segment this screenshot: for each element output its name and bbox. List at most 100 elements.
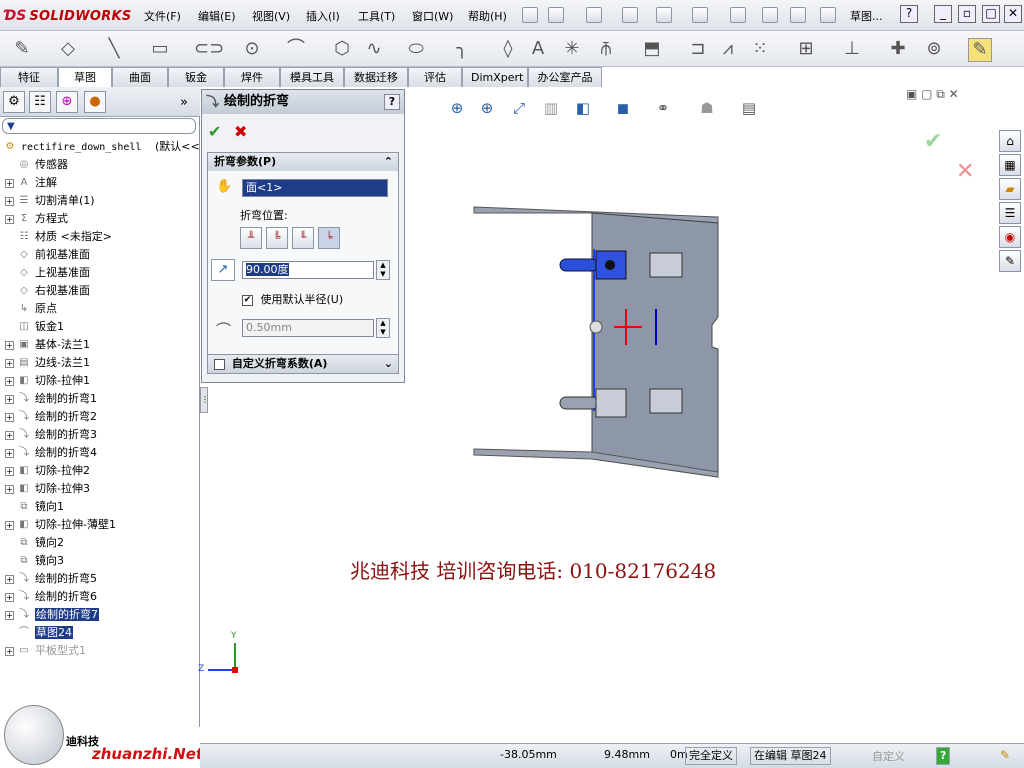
custom-properties-icon[interactable]: ✎ <box>999 250 1021 272</box>
view-palette-icon[interactable]: ☰ <box>999 202 1021 224</box>
repair-sketch-icon[interactable]: ✚ <box>886 38 910 62</box>
bend-centerline-icon[interactable]: ╨ <box>240 227 262 249</box>
tree-item[interactable]: + ⤵ 绘制的折弯7 <box>0 606 200 624</box>
feature-tree-tab-icon[interactable]: ⚙ <box>3 91 25 113</box>
bend-angle-field[interactable]: 90.00度 <box>242 261 374 279</box>
tree-filter-input[interactable]: ▼ <box>2 118 196 134</box>
tree-item[interactable]: ↳ 原点 <box>0 300 200 318</box>
menu-file[interactable]: 文件(F) <box>144 8 181 24</box>
maximize-button[interactable]: □ <box>982 5 1000 23</box>
print-icon[interactable] <box>656 7 672 23</box>
expand-toggle-icon[interactable]: + <box>5 448 14 458</box>
expand-toggle-icon[interactable]: + <box>5 214 14 224</box>
bend-outside-icon[interactable]: ╘ <box>318 227 340 249</box>
help-icon[interactable]: ? <box>900 5 918 23</box>
tree-item[interactable]: + ▭ 平板型式1 <box>0 642 200 660</box>
tree-item[interactable]: + A 注解 <box>0 174 200 192</box>
pane-expand-icon[interactable]: » <box>180 95 188 110</box>
pm-help-button[interactable]: ? <box>384 94 400 110</box>
pin-icon[interactable] <box>522 7 538 23</box>
line-icon[interactable]: ╲ <box>102 38 126 62</box>
rebuild-icon[interactable] <box>762 7 778 23</box>
restore-button[interactable]: ▫ <box>958 5 976 23</box>
expand-toggle-icon[interactable]: + <box>5 574 14 584</box>
use-default-radius-checkbox[interactable]: ✔ <box>242 294 253 306</box>
custom-bend-checkbox[interactable] <box>214 358 225 370</box>
menu-help[interactable]: 帮助(H) <box>468 8 507 24</box>
sketch-icon[interactable]: ✎ <box>10 38 34 62</box>
display-style-icon[interactable]: ◼ <box>612 97 634 119</box>
expand-toggle-icon[interactable]: + <box>5 484 14 494</box>
configuration-tab-icon[interactable]: ⊕ <box>56 91 78 113</box>
tree-item[interactable]: + ☰ 切割清单(1) <box>0 192 200 210</box>
tab-sheet-metal[interactable]: 钣金 <box>168 67 224 87</box>
expand-toggle-icon[interactable]: + <box>5 358 14 368</box>
tree-item[interactable]: ◎ 传感器 <box>0 156 200 174</box>
pattern-icon[interactable]: ⁙ <box>748 38 772 62</box>
bend-radius-field[interactable]: 0.50mm <box>242 319 374 337</box>
undo-icon[interactable] <box>692 7 708 23</box>
expand-toggle-icon[interactable]: + <box>5 430 14 440</box>
options-icon[interactable] <box>820 7 836 23</box>
tab-office-products[interactable]: 办公室产品 <box>528 67 602 87</box>
tree-item[interactable]: + ⤵ 绘制的折弯1 <box>0 390 200 408</box>
expand-toggle-icon[interactable]: + <box>5 340 14 350</box>
open-doc-icon[interactable] <box>586 7 602 23</box>
tab-surfaces[interactable]: 曲面 <box>112 67 168 87</box>
new-doc-icon[interactable] <box>548 7 564 23</box>
expand-icon[interactable]: ⌄ <box>384 355 398 373</box>
expand-toggle-icon[interactable]: + <box>5 394 14 404</box>
display-manager-tab-icon[interactable]: ● <box>84 91 106 113</box>
tree-root[interactable]: ⚙ rectifire_down_shell (默认<< <box>0 138 200 156</box>
tree-item[interactable]: ◇ 上视基准面 <box>0 264 200 282</box>
minimize-button[interactable]: _ <box>934 5 952 23</box>
trim-icon[interactable]: ⫚ <box>594 38 618 62</box>
tree-item[interactable]: + ▣ 基体-法兰1 <box>0 336 200 354</box>
point-icon[interactable]: ✳ <box>560 38 584 62</box>
polygon-icon[interactable]: ⬡ <box>330 38 354 62</box>
tab-weldments[interactable]: 焊件 <box>224 67 280 87</box>
use-default-radius-row[interactable]: ✔ 使用默认半径(U) <box>242 291 343 307</box>
arc-icon[interactable]: ⌒ <box>284 38 308 62</box>
previous-view-icon[interactable]: ⤢ <box>508 97 530 119</box>
material-outside-icon[interactable]: ╙ <box>292 227 314 249</box>
tree-item[interactable]: ◇ 右视基准面 <box>0 282 200 300</box>
tree-item[interactable]: + ⤵ 绘制的折弯4 <box>0 444 200 462</box>
tree-item[interactable]: ⧉ 镜向3 <box>0 552 200 570</box>
tree-item[interactable]: + ◧ 切除-拉伸3 <box>0 480 200 498</box>
status-custom[interactable]: 自定义 <box>872 748 905 764</box>
zoom-to-fit-icon[interactable]: ⊕ <box>446 97 468 119</box>
text-icon[interactable]: A <box>526 38 550 62</box>
menu-window[interactable]: 窗口(W) <box>412 8 453 24</box>
confirm-corner-cancel-icon[interactable]: ✕ <box>956 159 974 184</box>
tree-item[interactable]: + ◧ 切除-拉伸-薄壁1 <box>0 516 200 534</box>
tree-item[interactable]: ⧉ 镜向2 <box>0 534 200 552</box>
tab-mold-tools[interactable]: 模具工具 <box>280 67 344 87</box>
collapse-icon[interactable]: ⌃ <box>384 153 398 171</box>
graphics-area[interactable]: ⊕ ⊕ ⤢ ▥ ◧ ◼ ⚭ ☗ ▤ ▣ ▢ ⧉ ✕ ✔ ✕ Y Z <box>198 87 996 727</box>
tree-item[interactable]: + ⤵ 绘制的折弯3 <box>0 426 200 444</box>
custom-bend-header[interactable]: 自定义折弯系数(A) ⌄ <box>208 355 398 373</box>
expand-toggle-icon[interactable]: + <box>5 376 14 386</box>
mirror-icon[interactable]: ⩘ <box>716 38 740 62</box>
close-icon[interactable]: ✕ <box>1004 5 1022 23</box>
tree-item[interactable]: ◫ 钣金1 <box>0 318 200 336</box>
confirm-corner-ok-icon[interactable]: ✔ <box>924 129 942 154</box>
menu-insert[interactable]: 插入(I) <box>306 8 340 24</box>
expand-toggle-icon[interactable]: + <box>5 610 14 620</box>
expand-toggle-icon[interactable]: + <box>5 466 14 476</box>
tree-item[interactable]: + ◧ 切除-拉伸1 <box>0 372 200 390</box>
tab-dimxpert[interactable]: DimXpert <box>462 67 528 87</box>
expand-toggle-icon[interactable]: + <box>5 520 14 530</box>
view-settings-icon[interactable]: ▤ <box>738 97 760 119</box>
status-tag-icon[interactable]: ✎ <box>1000 748 1010 762</box>
fixed-face-field[interactable]: 面<1> <box>242 179 388 197</box>
pane-splitter-handle[interactable]: ⋮ <box>200 387 209 413</box>
design-library-icon[interactable]: ▦ <box>999 154 1021 176</box>
tab-data-migration[interactable]: 数据迁移 <box>344 67 408 87</box>
ok-button[interactable]: ✔ <box>208 122 221 141</box>
save-icon[interactable] <box>622 7 638 23</box>
material-inside-icon[interactable]: ╚ <box>266 227 288 249</box>
viewport-window-controls[interactable]: ▣ ▢ ⧉ ✕ <box>906 87 959 102</box>
smart-dimension-icon[interactable]: ◇ <box>56 38 80 62</box>
